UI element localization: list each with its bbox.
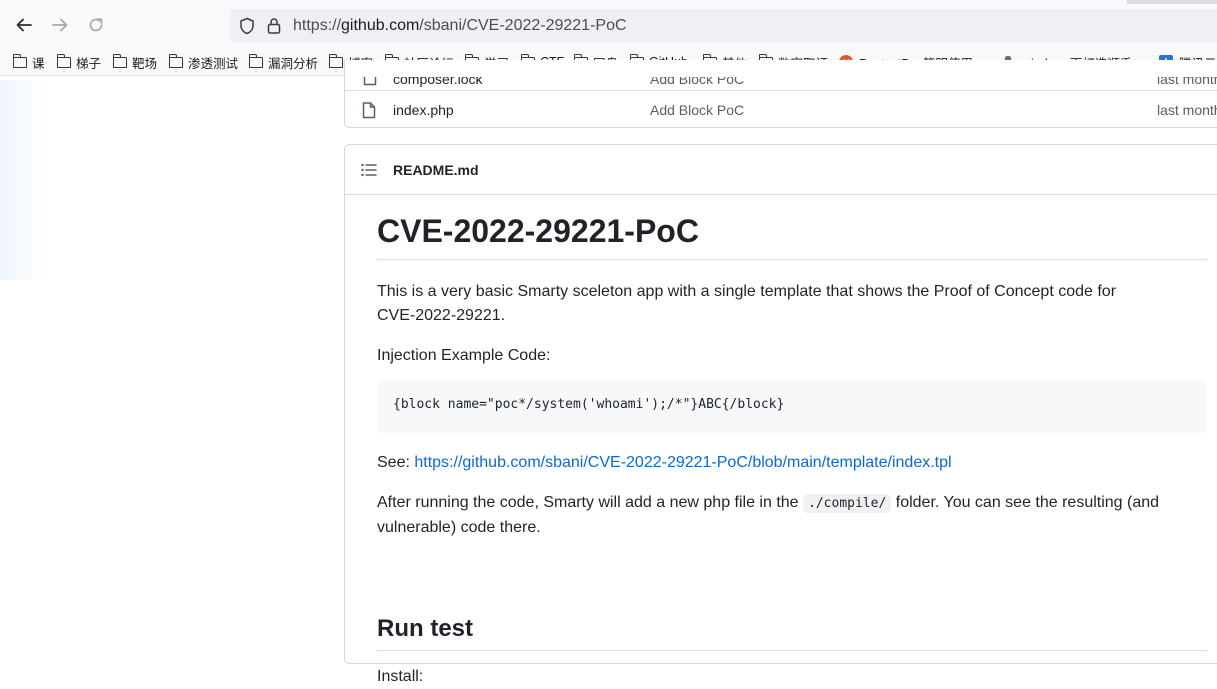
folder-icon bbox=[168, 53, 183, 68]
file-row-partial[interactable]: composer.lock Add Block PoC last month bbox=[345, 77, 1217, 89]
sidebar-tint bbox=[0, 80, 48, 280]
after-paragraph: After running the code, Smarty will add … bbox=[377, 491, 1177, 540]
folder-icon bbox=[12, 53, 27, 68]
template-link[interactable]: https://github.com/sbani/CVE-2022-29221-… bbox=[414, 454, 951, 471]
browser-toolbar: https://github.com/sbani/CVE-2022-29221-… bbox=[0, 0, 1217, 48]
back-arrow-icon[interactable] bbox=[13, 14, 35, 36]
after-text: folder. You can see the resulting (and bbox=[891, 494, 1160, 511]
see-paragraph: See: https://github.com/sbani/CVE-2022-2… bbox=[377, 451, 1177, 475]
intro-line: CVE-2022-29221. bbox=[377, 307, 506, 324]
folder-icon bbox=[328, 53, 343, 68]
after-text: After running the code, Smarty will add … bbox=[377, 494, 804, 511]
shield-icon[interactable] bbox=[239, 17, 255, 40]
file-name[interactable]: composer.lock bbox=[393, 77, 482, 87]
injection-label: Injection Example Code: bbox=[377, 347, 551, 364]
bookmark-folder[interactable]: 课 bbox=[12, 52, 45, 72]
intro-line: This is a very basic Smarty sceleton app… bbox=[377, 283, 1117, 300]
url-text[interactable]: https://github.com/sbani/CVE-2022-29221-… bbox=[293, 17, 627, 35]
file-list: composer.lock Add Block PoC last month i… bbox=[344, 60, 1217, 128]
bookmark-folder[interactable]: 梯子 bbox=[56, 52, 101, 72]
commit-date: last month bbox=[1157, 77, 1217, 87]
file-row[interactable]: index.php Add Block PoC last month bbox=[345, 90, 1217, 128]
readme-header: README.md bbox=[345, 145, 1217, 195]
file-icon bbox=[363, 77, 377, 89]
window-corner bbox=[1127, 0, 1217, 4]
commit-date: last month bbox=[1157, 102, 1217, 118]
commit-message[interactable]: Add Block PoC bbox=[650, 77, 744, 87]
folder-icon bbox=[56, 53, 71, 68]
folder-icon bbox=[248, 53, 263, 68]
install-label: Install: bbox=[377, 668, 424, 685]
see-label: See: bbox=[377, 454, 415, 471]
after-text: vulnerable) code there. bbox=[377, 519, 541, 536]
reload-icon[interactable] bbox=[85, 14, 107, 36]
bookmark-folder[interactable]: 漏洞分析 bbox=[248, 52, 318, 72]
bookmark-folder[interactable]: 靶场 bbox=[112, 52, 157, 72]
lock-icon[interactable] bbox=[267, 17, 281, 40]
readme-filename[interactable]: README.md bbox=[393, 162, 479, 178]
file-icon bbox=[362, 102, 376, 124]
address-bar[interactable]: https://github.com/sbani/CVE-2022-29221-… bbox=[230, 9, 1217, 43]
repo-sidebar-area bbox=[0, 77, 332, 642]
file-name[interactable]: index.php bbox=[393, 102, 454, 118]
forward-arrow-icon[interactable] bbox=[49, 14, 71, 36]
inline-code: ./compile/ bbox=[803, 494, 892, 513]
code-block: {block name="poc*/system('whoami');/*"}A… bbox=[377, 381, 1207, 433]
readme-heading: CVE-2022-29221-PoC bbox=[377, 213, 1207, 260]
bookmark-folder[interactable]: 渗透测试 bbox=[168, 52, 238, 72]
folder-icon bbox=[112, 53, 127, 68]
list-unordered-icon[interactable] bbox=[361, 163, 377, 182]
readme-panel: README.md CVE-2022-29221-PoC This is a v… bbox=[344, 144, 1217, 685]
commit-message[interactable]: Add Block PoC bbox=[650, 102, 744, 118]
readme-intro: This is a very basic Smarty sceleton app… bbox=[377, 280, 1177, 328]
run-test-heading: Run test bbox=[377, 615, 1207, 651]
